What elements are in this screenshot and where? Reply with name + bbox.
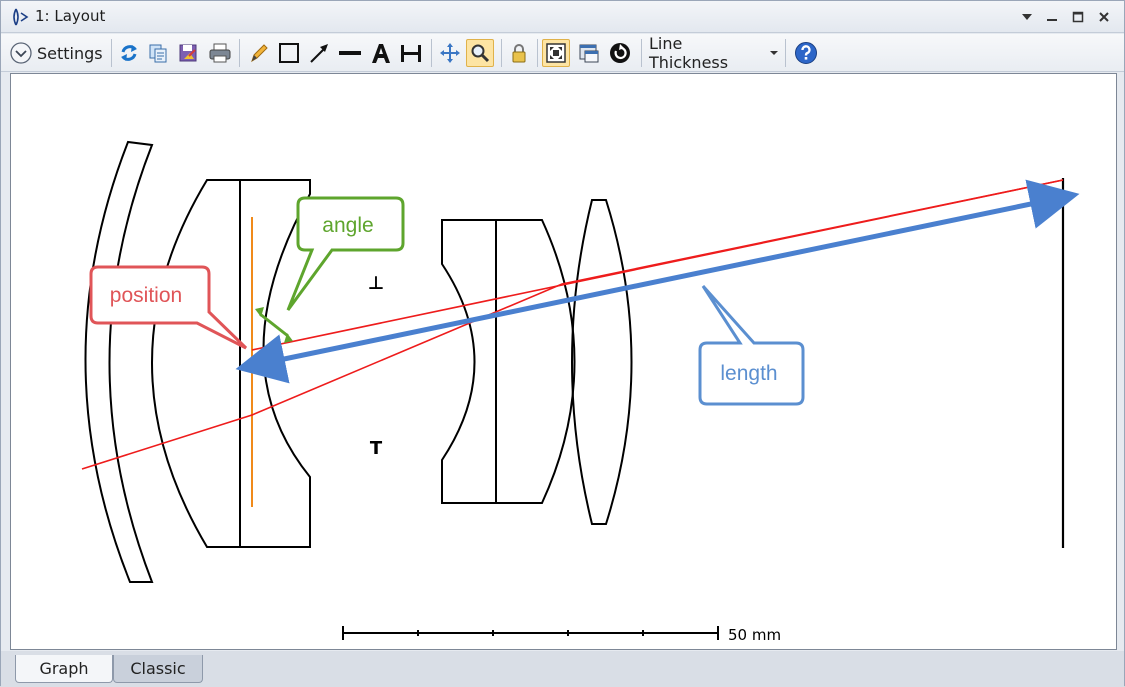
toolbar-separator	[537, 39, 538, 67]
dimension-button[interactable]	[398, 40, 424, 66]
scale-bar-label: 50 mm	[728, 626, 781, 644]
position-callout	[89, 265, 248, 350]
draw-arrow-button[interactable]	[307, 40, 331, 66]
text-icon	[372, 44, 390, 63]
copy-button[interactable]	[146, 40, 170, 66]
optical-layout-drawing: ⊥ T angle position length 50 mm	[81, 140, 1080, 644]
tab-graph[interactable]: Graph	[15, 655, 113, 683]
maximize-button[interactable]	[1067, 7, 1089, 27]
window-button[interactable]	[577, 40, 601, 66]
pan-button[interactable]	[438, 40, 462, 66]
window-icon	[579, 44, 599, 63]
line-thickness-dropdown[interactable]: Line Thickness	[649, 34, 779, 72]
help-icon	[795, 42, 817, 64]
toolbar-separator	[111, 39, 112, 67]
rectangle-icon	[279, 43, 299, 63]
line-icon	[339, 51, 361, 55]
help-button[interactable]	[793, 40, 819, 66]
chevron-down-icon	[770, 51, 779, 55]
draw-text-button[interactable]	[369, 40, 393, 66]
zoom-button[interactable]	[466, 39, 494, 67]
lock-button[interactable]	[507, 40, 531, 66]
fit-button[interactable]	[542, 39, 570, 67]
layout-canvas[interactable]: ⊥ T angle position length 50 mm	[10, 73, 1117, 650]
reset-icon	[610, 43, 630, 63]
arrow-icon	[310, 44, 328, 63]
maximize-icon	[1072, 11, 1084, 23]
lens-element-2	[151, 179, 241, 548]
settings-button[interactable]: Settings	[9, 40, 103, 66]
refresh-icon	[121, 45, 137, 61]
chevron-circle-down-icon	[10, 42, 32, 64]
dimension-icon	[401, 45, 421, 62]
stop-marker-bottom: T	[370, 438, 383, 459]
toolbar-separator	[431, 39, 432, 67]
angle-callout-text: angle	[322, 214, 373, 237]
lens-element-1	[84, 140, 154, 583]
toolbar-separator	[641, 39, 642, 67]
toolbar-separator	[785, 39, 786, 67]
layout-window: 1: Layout Settings Line Thickness ⊥ T an…	[0, 0, 1125, 687]
line-thickness-label: Line Thickness	[649, 34, 729, 72]
pencil-icon	[251, 44, 268, 63]
settings-label: Settings	[37, 43, 103, 63]
tab-classic[interactable]: Classic	[113, 655, 203, 683]
toolbar: Settings Line Thickness	[1, 34, 1124, 72]
lens-element-4	[441, 219, 497, 504]
toolbar-separator	[501, 39, 502, 67]
lens-element-6	[571, 199, 633, 525]
draw-rectangle-button[interactable]	[277, 40, 301, 66]
close-button[interactable]	[1093, 7, 1115, 27]
close-icon	[1099, 12, 1109, 22]
scale-bar	[342, 626, 719, 640]
draw-line-button[interactable]	[337, 40, 363, 66]
refresh-button[interactable]	[117, 40, 141, 66]
length-callout	[698, 284, 805, 406]
toolbar-separator	[239, 39, 240, 67]
draw-pencil-button[interactable]	[247, 40, 271, 66]
position-callout-text: position	[110, 284, 182, 307]
copy-icon	[149, 44, 167, 63]
stop-marker-top: ⊥	[368, 273, 384, 294]
lens-element-5	[495, 219, 576, 504]
pan-icon	[440, 43, 460, 63]
title-bar: 1: Layout	[1, 1, 1124, 33]
zoom-icon	[471, 44, 490, 63]
save-button[interactable]	[176, 40, 200, 66]
lock-icon	[512, 44, 526, 63]
minimize-icon	[1047, 19, 1057, 21]
chevron-down-icon	[1022, 14, 1032, 20]
print-button[interactable]	[207, 40, 233, 66]
window-title: 1: Layout	[35, 7, 106, 25]
save-icon	[179, 44, 197, 62]
window-menu-button[interactable]	[1016, 7, 1038, 27]
fit-icon	[546, 43, 566, 63]
length-callout-text: length	[720, 362, 777, 385]
tab-bar: Graph Classic	[1, 651, 1124, 687]
minimize-button[interactable]	[1041, 7, 1063, 27]
print-icon	[209, 43, 231, 63]
lens-icon	[13, 8, 29, 26]
reset-button[interactable]	[608, 40, 632, 66]
